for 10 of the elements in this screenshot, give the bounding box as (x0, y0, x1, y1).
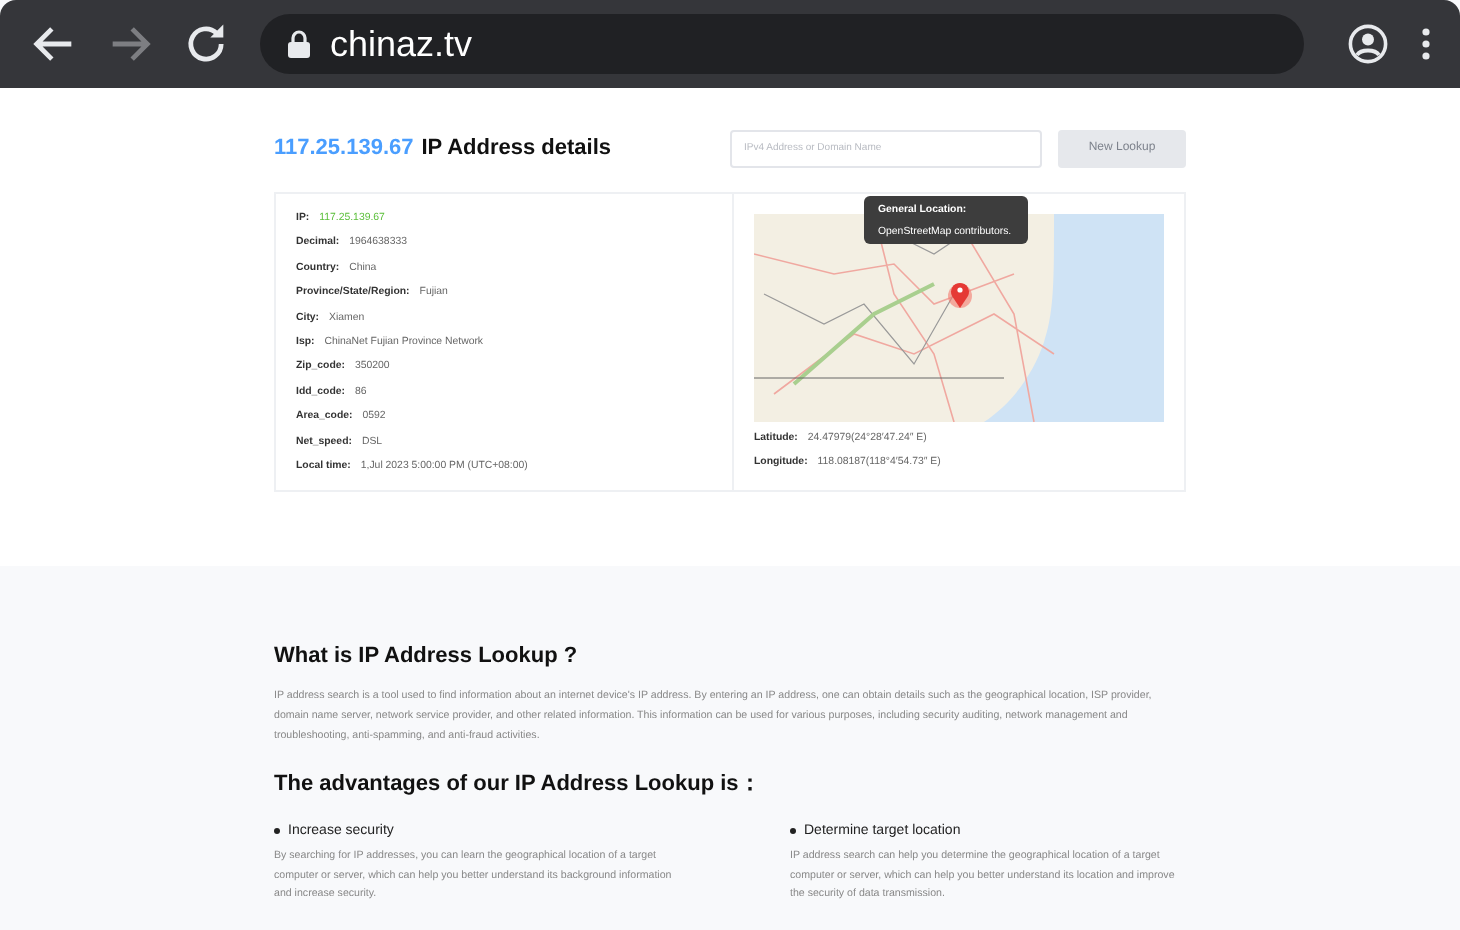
menu-icon[interactable] (1420, 26, 1432, 62)
address-bar[interactable]: chinaz.tv (260, 14, 1304, 74)
bullet-icon (790, 827, 796, 833)
url-text: chinaz.tv (330, 23, 473, 65)
account-icon[interactable] (1348, 24, 1388, 64)
section-heading: The advantages of our IP Address Lookup is： (274, 770, 763, 800)
section-heading: What is IP Address Lookup ? (274, 642, 580, 672)
bullet-icon (274, 827, 280, 833)
lock-icon (288, 30, 310, 58)
page-title: 117.25.139.67 IP Address details (274, 136, 614, 160)
